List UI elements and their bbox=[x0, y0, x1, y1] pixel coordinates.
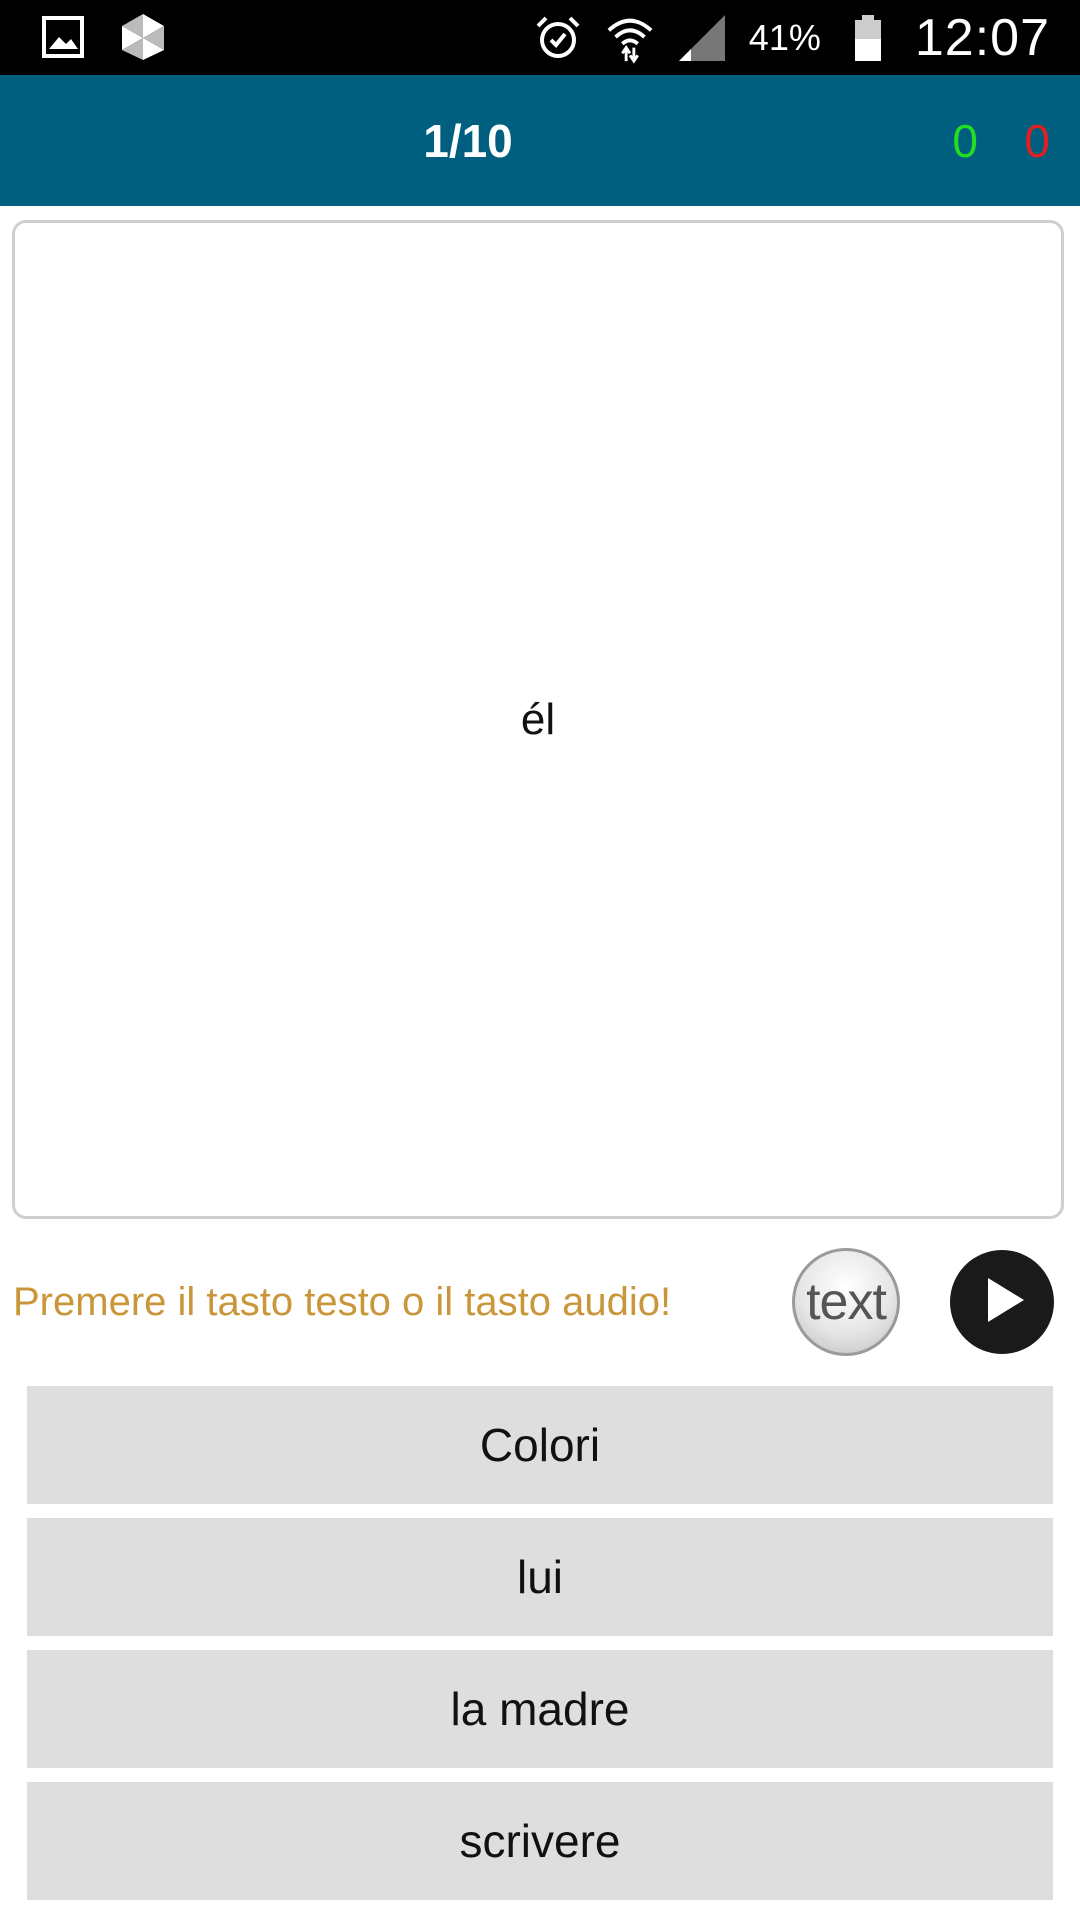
clock: 12:07 bbox=[914, 8, 1050, 67]
battery-percent: 41% bbox=[748, 16, 821, 58]
status-bar-left-icons bbox=[38, 12, 168, 62]
battery-icon bbox=[843, 13, 893, 63]
alarm-icon bbox=[533, 13, 583, 63]
answer-option-colori[interactable]: Colori bbox=[27, 1386, 1053, 1504]
status-bar-right: 41% 12:07 bbox=[533, 0, 1050, 75]
answer-option-lui[interactable]: lui bbox=[27, 1518, 1053, 1636]
text-button[interactable]: text bbox=[792, 1248, 900, 1356]
answer-options: Colori lui la madre scrivere bbox=[27, 1386, 1053, 1914]
correct-score: 0 bbox=[952, 114, 978, 167]
flashcard: él bbox=[12, 220, 1064, 1219]
signal-icon bbox=[677, 13, 727, 63]
quiz-header: 1/10 0 0 bbox=[0, 75, 1080, 206]
status-bar: 41% 12:07 bbox=[0, 0, 1080, 75]
answer-option-la-madre[interactable]: la madre bbox=[27, 1650, 1053, 1768]
dropbox-icon bbox=[118, 12, 168, 62]
gallery-icon bbox=[38, 12, 88, 62]
question-progress: 1/10 bbox=[423, 114, 513, 167]
flashcard-word: él bbox=[520, 694, 556, 744]
answer-option-scrivere[interactable]: scrivere bbox=[27, 1782, 1053, 1900]
play-icon bbox=[974, 1272, 1030, 1333]
instruction-text: Premere il tasto testo o il tasto audio! bbox=[13, 1279, 672, 1324]
wrong-score: 0 bbox=[1024, 114, 1050, 167]
wifi-icon bbox=[605, 13, 655, 64]
audio-play-button[interactable] bbox=[950, 1250, 1054, 1354]
